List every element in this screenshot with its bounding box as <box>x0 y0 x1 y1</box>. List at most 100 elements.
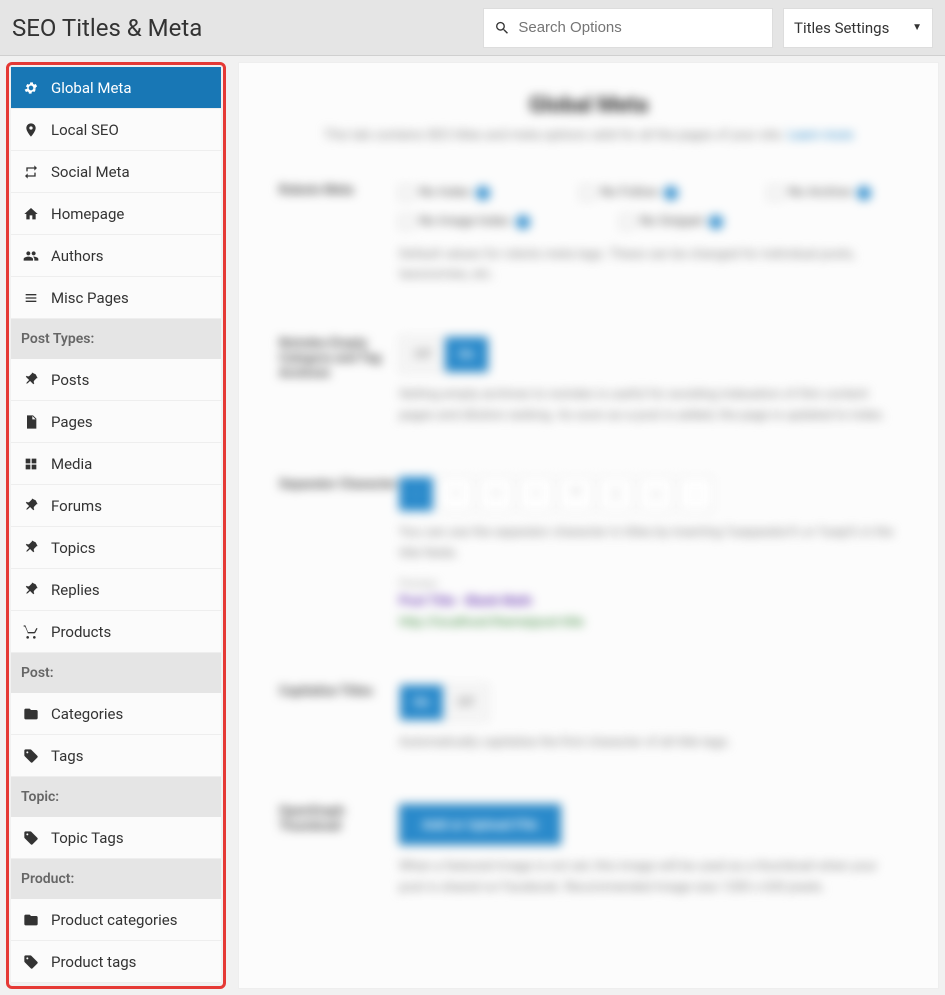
users-icon <box>23 248 39 264</box>
sidebar-item-global-meta[interactable]: Global Meta <box>11 67 221 109</box>
sidebar-item-label: Authors <box>51 247 104 265</box>
sidebar-item-categories[interactable]: Categories <box>11 693 221 735</box>
sidebar-item-label: Global Meta <box>51 79 132 97</box>
upload-button[interactable]: Add or Upload File <box>399 804 561 845</box>
home-icon <box>23 206 39 222</box>
folder-icon <box>23 912 39 928</box>
sidebar-item-label: Product tags <box>51 953 136 971</box>
sidebar-item-label: Media <box>51 455 92 473</box>
sidebar-item-label: Product categories <box>51 911 177 929</box>
pin2-icon <box>23 582 39 598</box>
sidebar-item-misc-pages[interactable]: Misc Pages <box>11 277 221 319</box>
settings-select[interactable]: Titles Settings ▼ <box>783 8 933 48</box>
sidebar-item-homepage[interactable]: Homepage <box>11 193 221 235</box>
row-label: Capitalize Titles <box>279 684 399 754</box>
capitalize-toggle[interactable]: On Off <box>399 684 489 721</box>
sidebar-item-local-seo[interactable]: Local SEO <box>11 109 221 151</box>
sidebar-item-label: Tags <box>51 747 83 765</box>
blurred-content: Global Meta This tab contains SEO titles… <box>279 93 898 898</box>
pin2-icon <box>23 372 39 388</box>
sidebar-item-pages[interactable]: Pages <box>11 401 221 443</box>
row-label: Separator Character <box>279 477 399 634</box>
noindex-toggle[interactable]: Off On <box>399 336 489 373</box>
checkbox-icon <box>399 186 413 200</box>
sidebar-item-label: Topic Tags <box>51 829 124 847</box>
pin2-icon <box>23 498 39 514</box>
learn-more-link[interactable]: Learn more <box>787 128 853 143</box>
separator-char[interactable]: • <box>519 477 553 511</box>
help-icon[interactable]: ? <box>857 186 871 200</box>
sidebar-item-product-categories[interactable]: Product categories <box>11 899 221 941</box>
section-topic: Topic: <box>11 777 221 817</box>
page-title: SEO Titles & Meta <box>12 14 483 42</box>
checkbox-icon <box>399 215 413 229</box>
separator-options[interactable]: -–—•*|~: <box>399 477 898 511</box>
sidebar-item-forums[interactable]: Forums <box>11 485 221 527</box>
row-label: OpenGraph Thumbnail <box>279 804 399 899</box>
checkbox-icon <box>768 186 782 200</box>
tag-icon <box>23 954 39 970</box>
sidebar-item-label: Posts <box>51 371 89 389</box>
checkbox-option[interactable]: No Snippet? <box>620 212 724 233</box>
content-subtitle: This tab contains SEO titles and meta op… <box>279 128 898 143</box>
sidebar-item-tags[interactable]: Tags <box>11 735 221 777</box>
row-label: Robots Meta <box>279 183 399 286</box>
help-icon[interactable]: ? <box>664 186 678 200</box>
sidebar-item-label: Pages <box>51 413 93 431</box>
help-icon[interactable]: ? <box>476 186 490 200</box>
page-header: SEO Titles & Meta Titles Settings ▼ <box>0 0 945 56</box>
sidebar-item-authors[interactable]: Authors <box>11 235 221 277</box>
checkbox-option[interactable]: No Follow? <box>580 183 678 204</box>
sidebar-item-label: Homepage <box>51 205 124 223</box>
sidebar-item-label: Social Meta <box>51 163 130 181</box>
content-heading: Global Meta <box>279 93 898 118</box>
tag-icon <box>23 748 39 764</box>
gear-icon <box>23 80 39 96</box>
sidebar: Global Meta Local SEO Social Meta Homepage A… <box>11 67 221 983</box>
file-icon <box>23 414 39 430</box>
sidebar-item-topics[interactable]: Topics <box>11 527 221 569</box>
section-post: Post: <box>11 653 221 693</box>
section-post-types: Post Types: <box>11 319 221 359</box>
sidebar-item-label: Replies <box>51 581 100 599</box>
search-input[interactable] <box>518 19 762 36</box>
checkbox-icon <box>580 186 594 200</box>
checkbox-icon <box>620 215 634 229</box>
sidebar-highlight: Global Meta Local SEO Social Meta Homepage A… <box>6 62 226 989</box>
page-body: Global Meta Local SEO Social Meta Homepage A… <box>0 56 945 995</box>
sidebar-item-label: Categories <box>51 705 123 723</box>
folder-icon <box>23 706 39 722</box>
separator-char[interactable]: | <box>599 477 633 511</box>
row-label: Noindex Empty Category and Tag Archives <box>279 336 399 427</box>
sidebar-item-label: Forums <box>51 497 102 515</box>
sidebar-item-social-meta[interactable]: Social Meta <box>11 151 221 193</box>
content-panel: Global Meta This tab contains SEO titles… <box>238 62 939 989</box>
separator-char[interactable]: * <box>559 477 593 511</box>
checkbox-option[interactable]: No Index? <box>399 183 490 204</box>
sidebar-item-products[interactable]: Products <box>11 611 221 653</box>
sidebar-item-topic-tags[interactable]: Topic Tags <box>11 817 221 859</box>
separator-char[interactable]: ~ <box>639 477 673 511</box>
separator-char[interactable]: – <box>439 477 473 511</box>
chevron-down-icon: ▼ <box>912 22 922 33</box>
search-box[interactable] <box>483 8 773 48</box>
separator-char[interactable]: — <box>479 477 513 511</box>
section-product: Product: <box>11 859 221 899</box>
stack-icon <box>23 290 39 306</box>
separator-char[interactable]: - <box>399 477 433 511</box>
help-icon[interactable]: ? <box>516 215 530 229</box>
tag-icon <box>23 830 39 846</box>
sidebar-item-posts[interactable]: Posts <box>11 359 221 401</box>
sidebar-item-media[interactable]: Media <box>11 443 221 485</box>
checkbox-option[interactable]: No Image Index? <box>399 212 530 233</box>
sidebar-item-replies[interactable]: Replies <box>11 569 221 611</box>
sidebar-item-label: Products <box>51 623 111 641</box>
help-icon[interactable]: ? <box>709 215 723 229</box>
cart-icon <box>23 624 39 640</box>
checkbox-option[interactable]: No Archive? <box>768 183 871 204</box>
sidebar-item-label: Local SEO <box>51 121 119 139</box>
separator-char[interactable]: : <box>679 477 713 511</box>
search-icon <box>494 19 510 37</box>
pin2-icon <box>23 540 39 556</box>
sidebar-item-product-tags[interactable]: Product tags <box>11 941 221 983</box>
